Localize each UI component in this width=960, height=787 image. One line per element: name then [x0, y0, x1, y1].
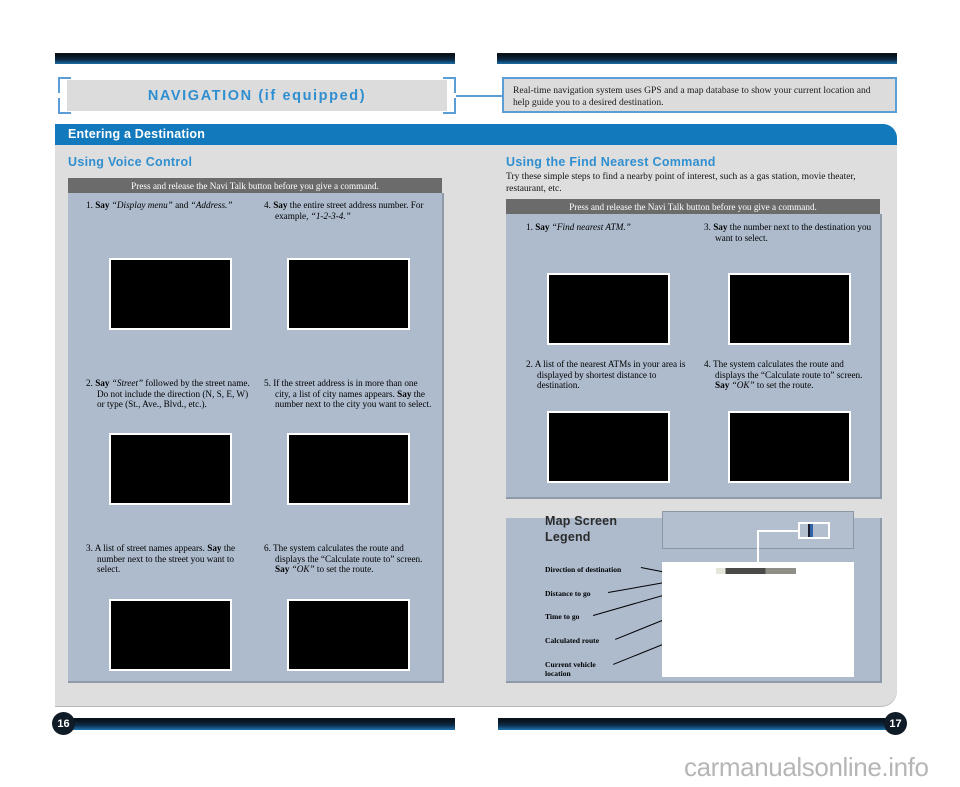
callout-connector-line [456, 95, 504, 97]
chapter-title-text: NAVIGATION (if equipped) [147, 87, 367, 104]
chapter-title-box: NAVIGATION (if equipped) [67, 80, 447, 111]
nav-info-bar [716, 568, 796, 574]
screenshot-nearest-1 [547, 273, 670, 345]
screenshot-step-4 [287, 258, 410, 330]
nearest-step-1: 1. Say “Find nearest ATM.” [526, 222, 686, 233]
legend-label-vehicle: Current vehicle location [545, 660, 596, 678]
step-2-text: 2. Say “Street” followed by the street n… [86, 378, 250, 410]
map-legend-title-line2: Legend [545, 530, 591, 544]
grey-instruction-text-left: Press and release the Navi Talk button b… [131, 180, 379, 191]
screenshot-step-3 [109, 599, 232, 671]
step-1-text: 1. Say “Display menu” and “Address.” [86, 200, 233, 210]
nearest-step-3: 3. Say the number next to the destinatio… [704, 222, 872, 243]
screenshot-nearest-4 [728, 411, 851, 483]
step-5: 5. If the street address is in more than… [264, 378, 432, 410]
direction-arrow-icon [808, 524, 813, 537]
legend-label-direction: Direction of destination [545, 565, 622, 574]
footer-rule-left [62, 718, 455, 730]
step-4-text: 4. Say the entire street address number.… [264, 200, 424, 221]
legend-label-time: Time to go [545, 612, 580, 621]
section-subtitle-find-nearest: Try these simple steps to find a nearby … [506, 172, 856, 194]
grey-instruction-text-right: Press and release the Navi Talk button b… [569, 201, 817, 212]
legend-label-route: Calculated route [545, 636, 600, 645]
panel-header-title: Entering a Destination [68, 127, 206, 141]
nav-callout-line-horizontal [759, 530, 799, 532]
step-6-text: 6. The system calculates the route and d… [264, 543, 423, 575]
screenshot-step-5 [287, 433, 410, 505]
section-title-find-nearest: Using the Find Nearest Command [506, 155, 716, 169]
top-rule-right [497, 53, 897, 64]
grey-instruction-bar-right: Press and release the Navi Talk button b… [506, 199, 880, 214]
step-6: 6. The system calculates the route and d… [264, 543, 432, 575]
chapter-description-box: Real-time navigation system uses GPS and… [502, 77, 897, 113]
step-3: 3. A list of street names appears. Say t… [86, 543, 251, 575]
panel-header-bar: Entering a Destination [55, 124, 897, 145]
top-rule-left [55, 53, 455, 64]
chapter-description-text: Real-time navigation system uses GPS and… [513, 85, 871, 109]
nearest-step-4-text: 4. The system calculates the route and d… [704, 359, 863, 391]
legend-label-distance: Distance to go [545, 589, 591, 598]
section-title-voice-control: Using Voice Control [68, 155, 193, 169]
screenshot-step-2 [109, 433, 232, 505]
footer-rule-right [498, 718, 891, 730]
nearest-step-2: 2. A list of the nearest ATMs in your ar… [526, 359, 686, 391]
nav-direction-indicator-box [798, 522, 830, 539]
nearest-step-2-text: 2. A list of the nearest ATMs in your ar… [526, 359, 686, 391]
map-legend-title: Map Screen Legend [545, 513, 617, 545]
page-number-left: 16 [52, 712, 75, 735]
map-legend-title-line1: Map Screen [545, 514, 618, 528]
screenshot-step-1 [109, 258, 232, 330]
nearest-step-3-text: 3. Say the number next to the destinatio… [704, 222, 872, 243]
screenshot-nearest-2 [547, 411, 670, 483]
nearest-step-4: 4. The system calculates the route and d… [704, 359, 872, 391]
site-watermark: carmanualsonline.info [684, 752, 929, 782]
grey-instruction-bar-left: Press and release the Navi Talk button b… [68, 178, 442, 193]
nav-callout-line-vertical [757, 530, 759, 570]
step-3-text: 3. A list of street names appears. Say t… [86, 543, 236, 575]
screenshot-step-6 [287, 599, 410, 671]
step-4: 4. Say the entire street address number.… [264, 200, 429, 221]
manual-page: NAVIGATION (if equipped) Real-time navig… [0, 0, 960, 787]
step-2: 2. Say “Street” followed by the street n… [86, 378, 251, 410]
page-number-right: 17 [884, 712, 907, 735]
chapter-title-frame: NAVIGATION (if equipped) [58, 77, 456, 114]
step-1: 1. Say “Display menu” and “Address.” [86, 200, 246, 211]
screenshot-nearest-3 [728, 273, 851, 345]
step-5-text: 5. If the street address is in more than… [264, 378, 432, 410]
nearest-step-1-text: 1. Say “Find nearest ATM.” [526, 222, 631, 232]
nav-map-area [662, 562, 854, 677]
